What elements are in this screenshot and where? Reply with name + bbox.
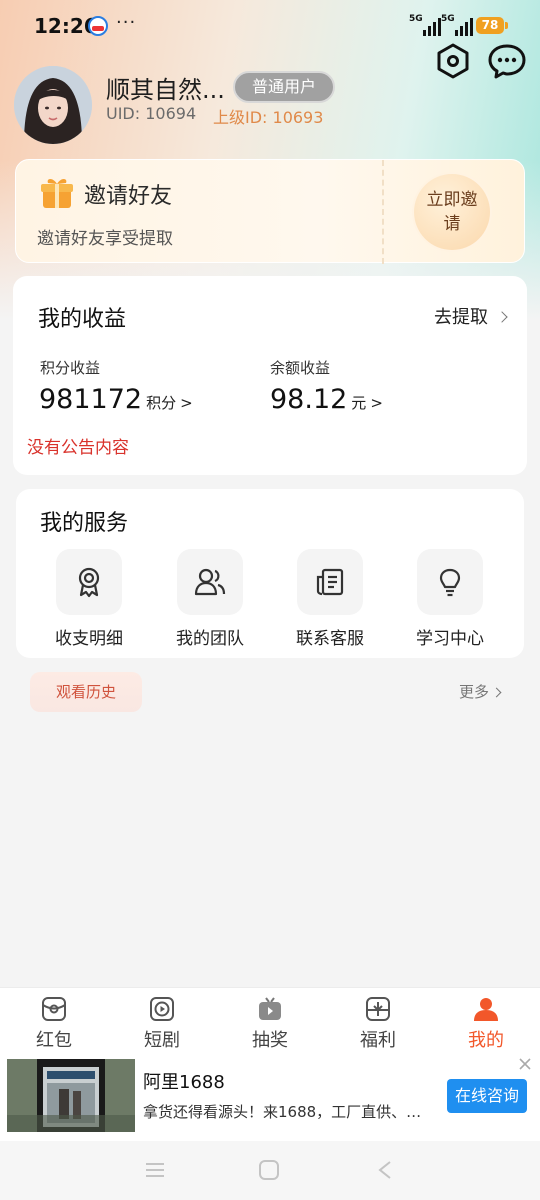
invite-divider — [382, 160, 384, 264]
nav-lottery[interactable]: 抽奖 — [216, 992, 324, 1052]
avatar-photo-icon — [14, 66, 92, 144]
more-notifications-icon: ··· — [116, 12, 137, 33]
balance-arrow: > — [370, 394, 383, 412]
service-transactions[interactable]: 收支明细 — [34, 549, 144, 649]
points-earnings-label: 积分收益 — [40, 359, 101, 377]
withdraw-link[interactable]: 去提取 — [434, 303, 508, 329]
red-packet-icon — [42, 997, 66, 1021]
service-icon-tile — [56, 549, 122, 615]
nav-short-drama[interactable]: 短剧 — [108, 992, 216, 1052]
network-type-label: 5G — [409, 14, 423, 24]
invite-subtitle: 邀请好友享受提取 — [37, 229, 173, 249]
service-my-team[interactable]: 我的团队 — [155, 549, 265, 649]
ad-consult-button[interactable]: 在线咨询 — [447, 1079, 527, 1113]
watch-history-tab[interactable]: 观看历史 — [30, 672, 142, 712]
service-label: 收支明细 — [55, 629, 123, 649]
service-label: 联系客服 — [296, 629, 364, 649]
chevron-right-icon — [491, 687, 502, 698]
lightbulb-icon — [439, 568, 461, 597]
balance-unit: 元 — [351, 394, 367, 412]
system-navigation-bar — [0, 1141, 540, 1200]
chat-bubble-icon — [488, 44, 526, 79]
points-value: 981172 — [39, 384, 143, 415]
profile-screen: 12:26 ··· 5G 5G 78 顺其自然... 普通用户 UID: 106… — [0, 0, 540, 1200]
service-icon-tile — [297, 549, 363, 615]
earnings-title: 我的收益 — [38, 307, 127, 332]
user-id: UID: 10694 — [106, 104, 197, 123]
services-card: 我的服务 收支明细 我的团队 联系客服 学习中心 — [16, 489, 524, 658]
bottom-navigation: 红包 短剧 抽奖 福利 我的 — [0, 987, 540, 1053]
person-icon — [474, 998, 498, 1021]
network-type-label-2: 5G — [441, 14, 455, 24]
ad-image[interactable] — [7, 1059, 135, 1132]
earnings-card: 我的收益 去提取 积分收益 981172 积分 > 余额收益 98.12 元 > 没有公… — [13, 276, 527, 475]
balance-earnings-label: 余额收益 — [270, 359, 331, 377]
close-icon[interactable] — [517, 1056, 533, 1072]
tv-icon — [259, 997, 281, 1020]
service-customer-support[interactable]: 联系客服 — [275, 549, 385, 649]
home-icon[interactable] — [259, 1160, 279, 1180]
invite-title: 邀请好友 — [84, 184, 173, 209]
nav-label: 我的 — [468, 1030, 504, 1051]
service-label: 我的团队 — [176, 629, 244, 649]
points-earnings-value[interactable]: 981172 积分 > — [39, 384, 193, 415]
nav-label: 短剧 — [144, 1030, 180, 1051]
settings-button[interactable] — [434, 42, 472, 80]
parent-user-id: 上级ID: 10693 — [213, 108, 324, 127]
nav-welfare[interactable]: 福利 — [324, 992, 432, 1052]
withdraw-label: 去提取 — [434, 307, 488, 328]
ad-title: 阿里1688 — [143, 1072, 225, 1093]
more-label: 更多 — [459, 683, 490, 701]
announcement-notice: 没有公告内容 — [27, 438, 129, 458]
menu-icon[interactable] — [146, 1162, 164, 1178]
balance-earnings-value[interactable]: 98.12 元 > — [270, 384, 383, 415]
message-button[interactable] — [487, 42, 527, 80]
gift-box-icon — [366, 997, 390, 1021]
signal-icon-2: 5G — [441, 14, 473, 36]
nav-label: 福利 — [360, 1030, 396, 1051]
document-icon — [316, 568, 344, 596]
signal-icon: 5G — [409, 14, 441, 36]
nav-label: 抽奖 — [252, 1030, 288, 1051]
balance-value: 98.12 — [270, 384, 348, 415]
user-role-badge: 普通用户 — [233, 71, 335, 103]
nav-label: 红包 — [36, 1030, 72, 1051]
back-icon[interactable] — [376, 1160, 394, 1180]
nav-mine[interactable]: 我的 — [432, 992, 540, 1052]
service-label: 学习中心 — [416, 629, 484, 649]
avatar[interactable] — [14, 66, 92, 144]
points-arrow: > — [180, 394, 193, 412]
gift-icon — [41, 179, 73, 208]
play-icon — [150, 997, 174, 1021]
battery-icon: 78 — [476, 17, 508, 34]
team-icon — [194, 568, 226, 596]
username: 顺其自然... — [106, 76, 225, 104]
more-history-link[interactable]: 更多 — [459, 681, 502, 702]
chevron-right-icon — [496, 311, 508, 323]
storefront-image-icon — [7, 1059, 135, 1132]
service-icon-tile — [177, 549, 243, 615]
service-icon-tile — [417, 549, 483, 615]
services-title: 我的服务 — [40, 511, 129, 536]
badge-icon — [78, 567, 100, 598]
invite-now-button[interactable]: 立即邀请 — [414, 174, 490, 250]
ad-banner[interactable]: 阿里1688 拿货还得看源头！来1688，工厂直供、… 在线咨询 — [0, 1053, 540, 1141]
settings-hex-icon — [437, 43, 469, 79]
ad-description: 拿货还得看源头！来1688，工厂直供、… — [143, 1103, 422, 1121]
points-unit: 积分 — [146, 394, 177, 412]
notification-app-icon — [88, 16, 108, 36]
service-learning-center[interactable]: 学习中心 — [395, 549, 505, 649]
invite-friends-card[interactable]: 邀请好友 邀请好友享受提取 立即邀请 — [15, 159, 525, 264]
nav-red-packet[interactable]: 红包 — [0, 992, 108, 1052]
